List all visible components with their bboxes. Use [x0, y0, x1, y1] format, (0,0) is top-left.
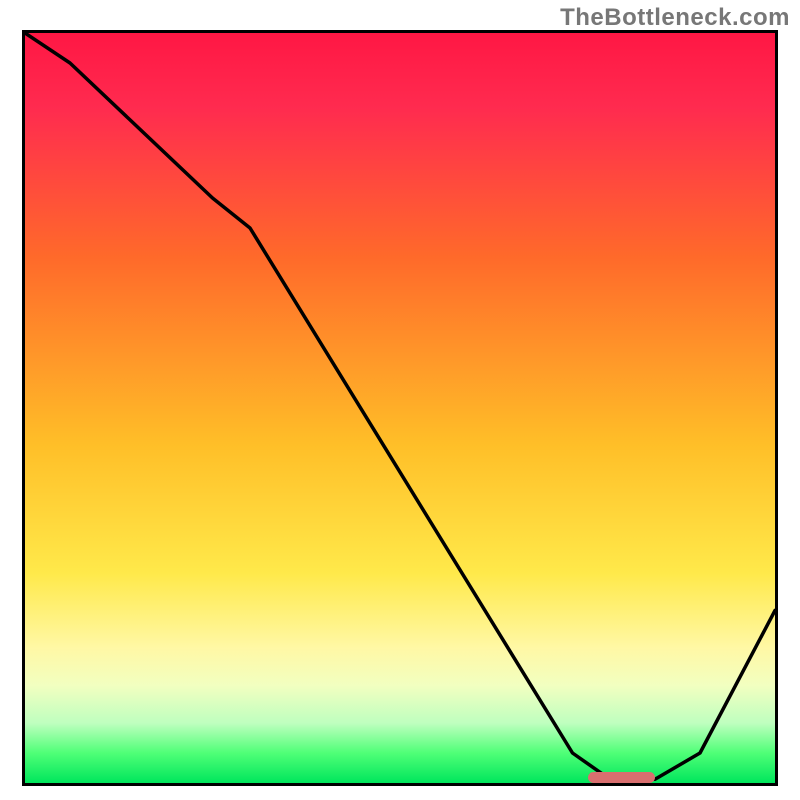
optimal-range-marker: [588, 772, 656, 783]
bottleneck-chart: [22, 30, 778, 786]
bottleneck-curve: [25, 33, 775, 783]
attribution-text: TheBottleneck.com: [560, 4, 790, 32]
